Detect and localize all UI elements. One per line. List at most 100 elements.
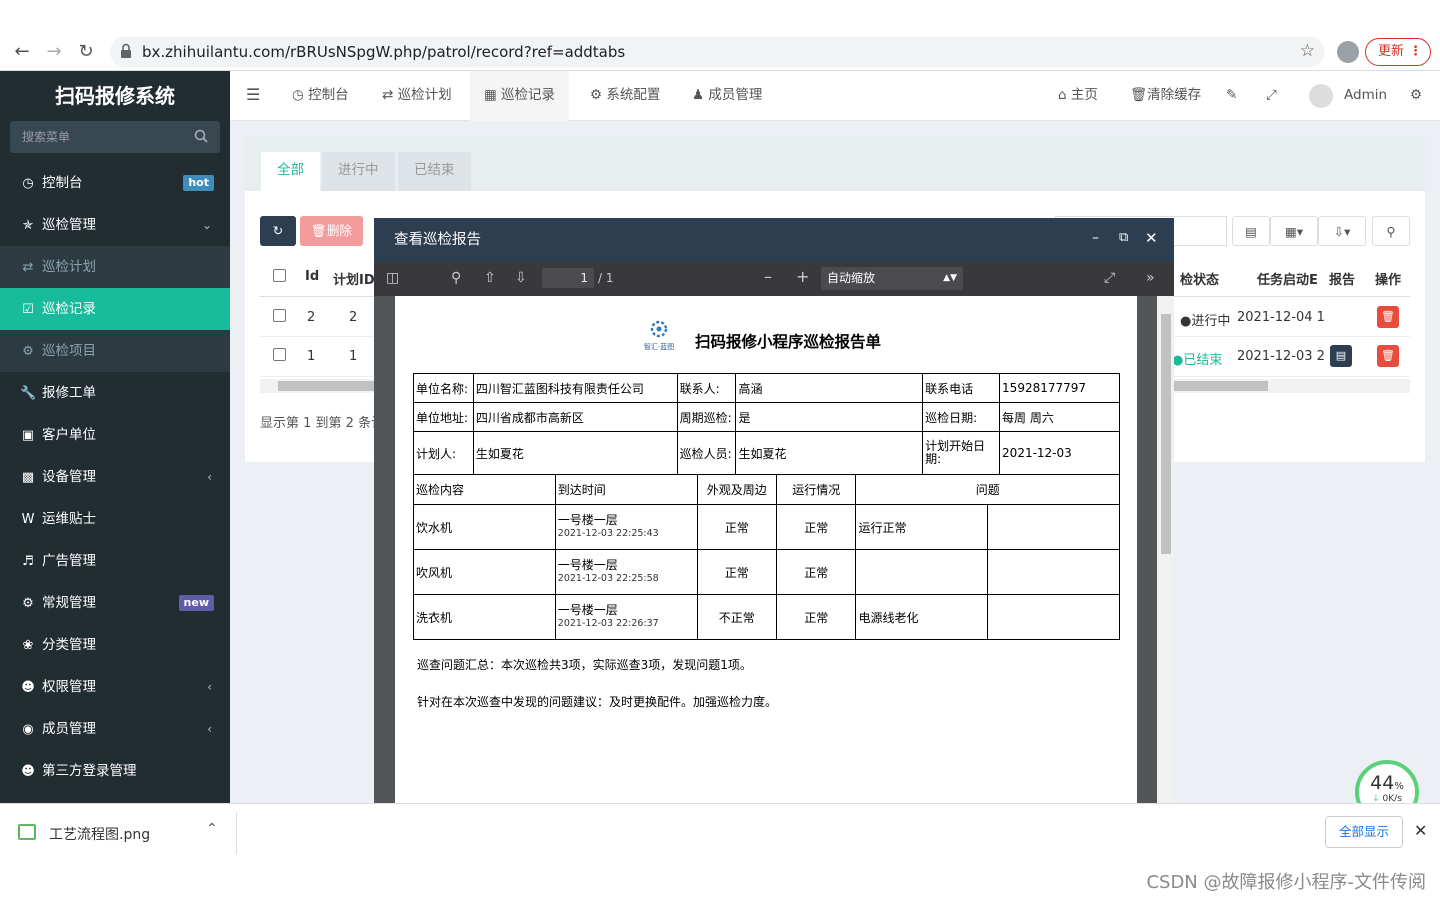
sidebar-item-label: 客户单位 <box>42 427 96 443</box>
reload-icon[interactable]: ↻ <box>76 42 96 62</box>
shuffle-icon: ⇄ <box>22 260 34 275</box>
sidebar-item-label: 第三方登录管理 <box>42 763 137 779</box>
pdf-scrollbar[interactable] <box>1157 296 1174 803</box>
translate-icon[interactable]: ✎ <box>1226 71 1237 121</box>
home-link[interactable]: ⌂ 主页 <box>1058 71 1098 121</box>
report-modal: 查看巡检报告 – ⧉ ✕ ◫ ⚲ ⇧ ⇩ 1 / 1 – + 自动缩放 ▲▼ ⤢ … <box>374 218 1174 803</box>
info-label: 巡检人员: <box>676 431 737 475</box>
pdf-toolbar: ◫ ⚲ ⇧ ⇩ 1 / 1 – + 自动缩放 ▲▼ ⤢ » <box>374 262 1174 296</box>
close-icon[interactable]: ✕ <box>1414 821 1427 840</box>
col-start-time[interactable]: 任务启动E <box>1257 269 1318 288</box>
wordpress-icon: W <box>21 512 35 527</box>
delete-row-button[interactable]: 🗑 <box>1377 306 1399 328</box>
sidebar-item-patrol-manage[interactable]: ✯ 巡检管理 ⌄ <box>0 204 230 246</box>
sidebar-item-third-login[interactable]: ☻ 第三方登录管理 <box>0 750 230 792</box>
columns-button[interactable]: ▦▾ <box>1270 216 1318 246</box>
search-icon[interactable]: ⚲ <box>451 270 461 286</box>
tab-finished[interactable]: 已结束 <box>398 152 471 191</box>
show-all-button[interactable]: 全部显示 <box>1325 816 1403 848</box>
page-number-input[interactable]: 1 <box>542 268 594 288</box>
sidebar-toggle-icon[interactable]: ◫ <box>386 270 399 286</box>
tab-all[interactable]: 全部 <box>261 152 320 191</box>
tab-dashboard[interactable]: ◷ 控制台 <box>282 71 359 121</box>
search-button[interactable]: ⚲ <box>1372 216 1410 246</box>
settings-gears-icon[interactable]: ⚙ <box>1410 71 1422 121</box>
tab-members[interactable]: ♟ 成员管理 <box>682 71 772 121</box>
address-bar[interactable]: bx.zhihuilantu.com/rBRUsNSpgW.php/patrol… <box>110 37 1325 67</box>
tab-system-config[interactable]: ⚙ 系统配置 <box>580 71 670 121</box>
export-button[interactable]: ⇩▾ <box>1318 216 1366 246</box>
sidebar-item-patrol-plan[interactable]: ⇄ 巡检计划 <box>0 246 230 288</box>
tab-patrol-plan[interactable]: ⇄ 巡检计划 <box>372 71 462 121</box>
sidebar-item-ads[interactable]: ♬ 广告管理 <box>0 540 230 582</box>
item-issue-extra <box>987 549 1120 595</box>
bookmark-star-icon[interactable]: ☆ <box>1300 41 1315 61</box>
user-name[interactable]: Admin <box>1344 71 1387 121</box>
close-icon[interactable]: ✕ <box>1145 229 1158 247</box>
sidebar-item-device[interactable]: ▩ 设备管理 ‹ <box>0 456 230 498</box>
tab-patrol-record[interactable]: ▦ 巡检记录 <box>470 71 570 121</box>
info-value: 四川智汇蓝图科技有限责任公司 <box>472 373 678 403</box>
refresh-button[interactable]: ↻ <box>260 216 296 246</box>
zoom-in-icon[interactable]: + <box>796 267 809 286</box>
calendar-icon: ▦ <box>484 87 502 103</box>
maximize-icon[interactable]: ⧉ <box>1119 230 1128 245</box>
chevron-up-icon[interactable]: ⌃ <box>206 821 218 837</box>
view-report-button[interactable]: ▤ <box>1330 345 1352 367</box>
tab-in-progress[interactable]: 进行中 <box>322 152 395 191</box>
profile-avatar-icon[interactable] <box>1337 41 1359 63</box>
sidebar-item-customer[interactable]: ▣ 客户单位 <box>0 414 230 456</box>
shuffle-icon: ⇄ <box>382 87 398 103</box>
user-circle-icon: ◉ <box>22 722 34 737</box>
avatar[interactable] <box>1309 84 1333 108</box>
hamburger-menu-icon[interactable]: ☰ <box>246 71 260 121</box>
presentation-mode-icon[interactable]: ⤢ <box>1104 270 1115 286</box>
info-value: 15928177797 <box>999 373 1120 403</box>
download-file-name[interactable]: 工艺流程图.png <box>49 824 150 844</box>
modal-header: 查看巡检报告 – ⧉ ✕ <box>374 218 1174 262</box>
zoom-out-icon[interactable]: – <box>764 267 772 286</box>
search-icon[interactable] <box>194 129 208 143</box>
select-all-checkbox[interactable] <box>273 269 286 282</box>
sidebar-item-label: 设备管理 <box>42 469 96 485</box>
item-name: 饮水机 <box>413 504 556 550</box>
previous-page-icon[interactable]: ⇧ <box>484 270 496 286</box>
zoom-select[interactable]: 自动缩放 ▲▼ <box>821 267 963 290</box>
scrollbar-thumb[interactable] <box>1161 314 1171 554</box>
sidebar-item-repair-order[interactable]: 🔧 报修工单 <box>0 372 230 414</box>
minimize-icon[interactable]: – <box>1092 230 1099 246</box>
sidebar-item-patrol-record[interactable]: ☑ 巡检记录 <box>0 288 230 330</box>
delete-row-button[interactable]: 🗑 <box>1377 345 1399 367</box>
status-badge: ●已结束 <box>1172 353 1223 368</box>
next-page-icon[interactable]: ⇩ <box>515 270 527 286</box>
select-arrows-icon: ▲▼ <box>943 273 957 283</box>
clear-cache-link[interactable]: 🗑清除缓存 <box>1130 71 1201 121</box>
col-plan-id[interactable]: 计划ID <box>333 269 375 288</box>
menu-search-input[interactable] <box>10 121 190 153</box>
gear-icon: ⚙ <box>590 87 607 103</box>
sidebar-item-patrol-item[interactable]: ⚙ 巡检项目 <box>0 330 230 372</box>
back-arrow-icon[interactable]: ← <box>12 42 32 62</box>
col-status[interactable]: 检状态 <box>1180 269 1219 288</box>
forward-arrow-icon[interactable]: → <box>44 42 64 62</box>
sidebar-item-members[interactable]: ◉ 成员管理 ‹ <box>0 708 230 750</box>
update-button[interactable]: 更新 ⋮ <box>1365 38 1431 66</box>
fullscreen-icon[interactable]: ⤢ <box>1266 71 1277 121</box>
sidebar-item-dashboard[interactable]: ◷ 控制台 hot <box>0 162 230 204</box>
speed-percent: 44% <box>1359 772 1415 794</box>
browser-toolbar: ← → ↻ bx.zhihuilantu.com/rBRUsNSpgW.php/… <box>0 0 1440 71</box>
item-running: 正常 <box>776 504 857 550</box>
delete-button[interactable]: 🗑删除 <box>300 216 363 246</box>
sidebar-item-tips[interactable]: W 运维贴士 <box>0 498 230 540</box>
chevron-down-icon: ⌄ <box>201 218 212 232</box>
col-id[interactable]: Id <box>305 269 319 284</box>
row-checkbox[interactable] <box>273 348 286 361</box>
sidebar-item-auth[interactable]: ☻ 权限管理 ‹ <box>0 666 230 708</box>
sidebar-item-category[interactable]: ❀ 分类管理 <box>0 624 230 666</box>
sidebar-item-general[interactable]: ⚙ 常规管理 new <box>0 582 230 624</box>
tools-menu-icon[interactable]: » <box>1146 270 1155 286</box>
item-time: 2021-12-03 22:26:37 <box>557 618 659 629</box>
row-checkbox[interactable] <box>273 309 286 322</box>
toggle-view-button[interactable]: ▤ <box>1232 216 1270 246</box>
trash-icon: 🗑 <box>1381 310 1395 323</box>
